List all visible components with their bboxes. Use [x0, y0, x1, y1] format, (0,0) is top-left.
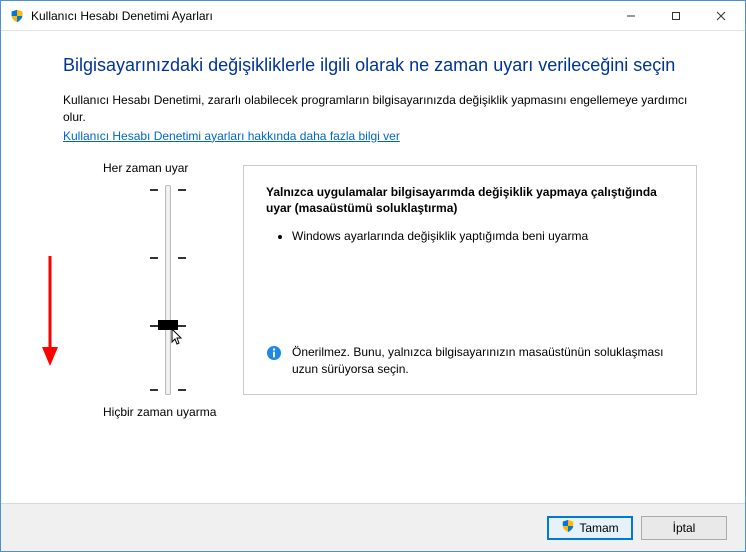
cancel-button-label: İptal: [673, 521, 696, 535]
uac-shield-icon: [9, 8, 25, 24]
recommendation-text: Önerilmez. Bunu, yalnızca bilgisayarınız…: [292, 344, 674, 378]
page-heading: Bilgisayarınızdaki değişikliklerle ilgil…: [63, 55, 697, 76]
notification-slider[interactable]: [103, 185, 233, 395]
close-button[interactable]: [698, 2, 743, 30]
ok-button-label: Tamam: [579, 521, 618, 535]
titlebar: Kullanıcı Hesabı Denetimi Ayarları: [1, 1, 745, 31]
ok-button[interactable]: Tamam: [547, 516, 633, 540]
window-title: Kullanıcı Hesabı Denetimi Ayarları: [31, 9, 608, 23]
maximize-button[interactable]: [653, 2, 698, 30]
uac-settings-window: Kullanıcı Hesabı Denetimi Ayarları Bilgi…: [0, 0, 746, 552]
slider-bottom-label: Hiçbir zaman uyarma: [103, 405, 233, 419]
level-title: Yalnızca uygulamalar bilgisayarımda deği…: [266, 184, 674, 216]
slider-column: Her zaman uyar: [63, 161, 233, 419]
slider-tick: [178, 325, 186, 327]
uac-shield-icon: [561, 519, 575, 536]
level-bullet: Windows ayarlarında değişiklik yaptığımd…: [292, 228, 654, 245]
slider-tick: [150, 389, 158, 391]
slider-tick: [150, 257, 158, 259]
cursor-icon: [171, 328, 185, 349]
level-description-box: Yalnızca uygulamalar bilgisayarımda deği…: [243, 165, 697, 395]
page-description: Kullanıcı Hesabı Denetimi, zararlı olabi…: [63, 92, 697, 127]
info-icon: [266, 345, 282, 361]
slider-tick: [150, 189, 158, 191]
slider-tick: [178, 389, 186, 391]
help-link[interactable]: Kullanıcı Hesabı Denetimi ayarları hakkı…: [63, 129, 400, 143]
slider-tick: [178, 257, 186, 259]
minimize-button[interactable]: [608, 2, 653, 30]
slider-top-label: Her zaman uyar: [103, 161, 233, 175]
slider-tick: [150, 325, 158, 327]
cancel-button[interactable]: İptal: [641, 516, 727, 540]
window-controls: [608, 2, 743, 30]
footer-bar: Tamam İptal: [1, 503, 745, 551]
slider-thumb[interactable]: [158, 320, 178, 330]
slider-tick: [178, 189, 186, 191]
slider-track: [165, 185, 171, 395]
annotation-arrow-icon: [39, 251, 61, 371]
content-area: Bilgisayarınızdaki değişikliklerle ilgil…: [1, 31, 745, 503]
recommendation-row: Önerilmez. Bunu, yalnızca bilgisayarınız…: [266, 344, 674, 378]
